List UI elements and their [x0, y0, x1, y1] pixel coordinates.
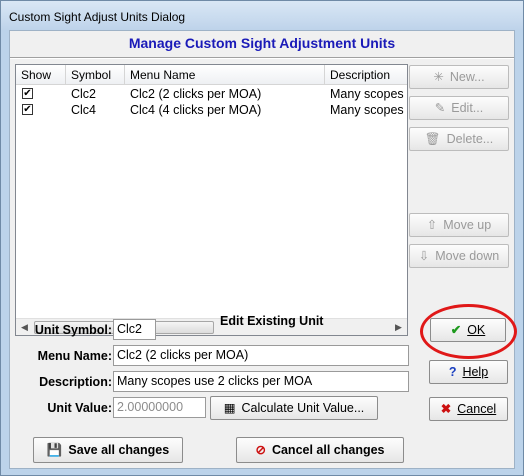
scroll-right-icon[interactable]: ▶: [390, 319, 407, 335]
cell-menu-name: Clc2 (2 clicks per MOA): [130, 87, 262, 101]
description-label: Description:: [39, 375, 112, 389]
cancel-button-label: Cancel: [457, 402, 497, 416]
unit-value-label: Unit Value:: [47, 401, 112, 415]
cell-symbol: Clc4: [71, 103, 97, 117]
delete-button[interactable]: 🗑 Delete...: [409, 127, 509, 151]
trash-icon: 🗑: [424, 132, 441, 146]
description-field[interactable]: Many scopes use 2 clicks per MOA: [113, 371, 409, 392]
column-header-show[interactable]: Show: [16, 65, 66, 85]
unit-value-field[interactable]: 2.00000000: [113, 397, 206, 418]
unit-symbol-field[interactable]: Clc2: [113, 319, 156, 340]
save-all-changes-button[interactable]: 💾 Save all changes: [33, 437, 183, 463]
cancel-all-changes-button[interactable]: ⊘ Cancel all changes: [236, 437, 404, 463]
move-down-label: Move down: [435, 249, 500, 263]
move-up-button[interactable]: ⇧ Move up: [409, 213, 509, 237]
calculate-button-label: Calculate Unit Value...: [241, 401, 365, 415]
edit-button-label: Edit...: [451, 101, 484, 115]
cell-menu-name: Clc4 (4 clicks per MOA): [130, 103, 262, 117]
calculate-unit-value-button[interactable]: ▦ Calculate Unit Value...: [210, 396, 378, 420]
arrow-up-icon: ⇧: [426, 218, 438, 232]
window-title: Custom Sight Adjust Units Dialog: [9, 10, 186, 24]
move-down-button[interactable]: ⇩ Move down: [409, 244, 509, 268]
units-grid[interactable]: Show Symbol Menu Name Description ✔ Clc2…: [15, 64, 408, 336]
table-row[interactable]: ✔ Clc4 Clc4 (4 clicks per MOA) Many scop…: [16, 102, 407, 118]
calculator-icon: ▦: [223, 401, 236, 415]
delete-button-label: Delete...: [446, 132, 494, 146]
menu-name-field[interactable]: Clc2 (2 clicks per MOA): [113, 345, 409, 366]
help-button[interactable]: ? Help: [429, 360, 508, 384]
menu-name-label: Menu Name:: [37, 349, 112, 363]
cell-description: Many scopes use 4 clicks per MOA: [330, 103, 407, 117]
edit-button[interactable]: ✎ Edit...: [409, 96, 509, 120]
move-up-label: Move up: [443, 218, 492, 232]
arrow-down-icon: ⇩: [418, 249, 430, 263]
edit-form-heading: Edit Existing Unit: [220, 314, 324, 328]
cell-description: Many scopes use 2 clicks per MOA: [330, 87, 407, 101]
show-checkbox[interactable]: ✔: [22, 104, 33, 115]
no-entry-icon: ⊘: [255, 443, 266, 457]
column-header-symbol[interactable]: Symbol: [66, 65, 125, 85]
title-bar[interactable]: Custom Sight Adjust Units Dialog: [1, 1, 523, 30]
new-sparkle-icon: ✳: [433, 70, 444, 84]
column-header-description[interactable]: Description: [325, 65, 407, 85]
highlight-ellipse: [420, 304, 517, 359]
help-button-label: Help: [462, 365, 489, 379]
edit-document-icon: ✎: [434, 101, 446, 115]
help-question-icon: ?: [448, 365, 457, 379]
dialog-client-area: Manage Custom Sight Adjustment Units Sho…: [9, 30, 517, 469]
dialog-heading: Manage Custom Sight Adjustment Units: [128, 35, 396, 51]
heading-divider: [10, 57, 514, 59]
column-header-menu-name[interactable]: Menu Name: [125, 65, 325, 85]
cancel-x-icon: ✖: [440, 402, 452, 416]
save-disk-icon: 💾: [46, 443, 63, 457]
table-row[interactable]: ✔ Clc2 Clc2 (2 clicks per MOA) Many scop…: [16, 86, 407, 102]
new-button-label: New...: [449, 70, 485, 84]
unit-symbol-label: Unit Symbol:: [34, 323, 112, 337]
new-button[interactable]: ✳ New...: [409, 65, 509, 89]
cell-symbol: Clc2: [71, 87, 97, 101]
cancel-button[interactable]: ✖ Cancel: [429, 397, 508, 421]
save-button-label: Save all changes: [68, 443, 170, 457]
show-checkbox[interactable]: ✔: [22, 88, 33, 99]
grid-header: Show Symbol Menu Name Description: [16, 65, 407, 85]
cancel-all-button-label: Cancel all changes: [271, 443, 385, 457]
dialog-window: Custom Sight Adjust Units Dialog Manage …: [0, 0, 524, 476]
